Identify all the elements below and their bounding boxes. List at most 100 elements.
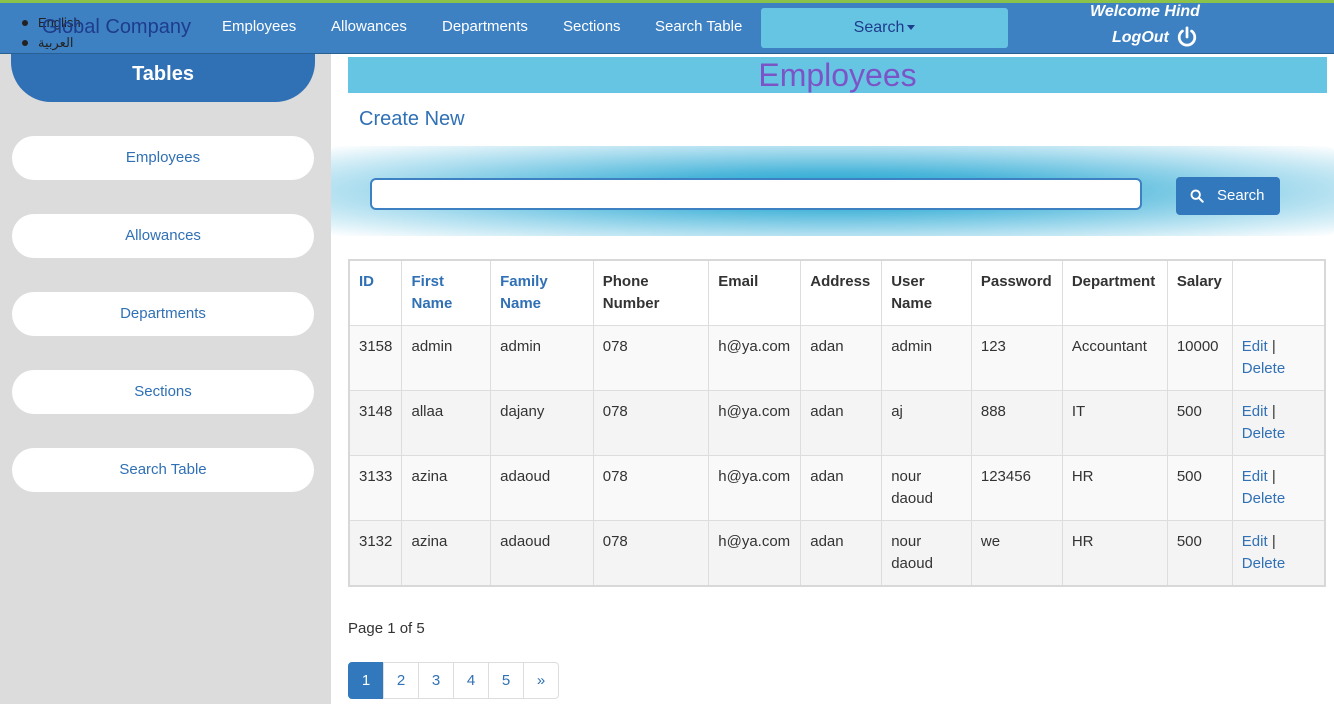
cell-actions: Edit | Delete xyxy=(1231,390,1326,456)
pagination: 1 2 3 4 5 » xyxy=(348,662,559,699)
cell-email: h@ya.com xyxy=(708,520,802,587)
action-separator: | xyxy=(1271,403,1276,420)
cell-first-name: azina xyxy=(401,455,492,521)
table-header-row: ID First Name Family Name Phone Number E… xyxy=(348,259,1326,326)
column-header-password: Password xyxy=(970,259,1063,326)
brand-name[interactable]: Global Company xyxy=(42,16,191,39)
search-icon xyxy=(1190,189,1204,203)
cell-password: we xyxy=(970,520,1063,587)
sidebar-item-allowances[interactable]: Allowances xyxy=(12,214,314,258)
edit-link[interactable]: Edit xyxy=(1242,338,1268,355)
column-header-address: Address xyxy=(800,259,883,326)
cell-address: adan xyxy=(800,520,883,587)
nav-search-table[interactable]: Search Table xyxy=(655,18,742,35)
cell-address: adan xyxy=(800,455,883,521)
cell-phone: 078 xyxy=(592,455,710,521)
column-header-first-name[interactable]: First Name xyxy=(401,259,492,326)
welcome-text: Welcome Hind xyxy=(1090,3,1200,20)
edit-link[interactable]: Edit xyxy=(1242,468,1268,485)
cell-phone: 078 xyxy=(592,325,710,391)
cell-actions: Edit | Delete xyxy=(1231,325,1326,391)
column-header-salary: Salary xyxy=(1166,259,1233,326)
cell-salary: 10000 xyxy=(1166,325,1233,391)
column-header-actions xyxy=(1231,259,1326,326)
search-dropdown-label: Search xyxy=(853,19,905,36)
edit-link[interactable]: Edit xyxy=(1242,403,1268,420)
page-title: Employees xyxy=(348,57,1327,93)
cell-first-name: admin xyxy=(401,325,492,391)
next-page-button[interactable]: » xyxy=(523,662,559,699)
cell-email: h@ya.com xyxy=(708,325,802,391)
cell-family-name: adaoud xyxy=(490,520,594,587)
cell-password: 888 xyxy=(970,390,1063,456)
column-header-id[interactable]: ID xyxy=(348,259,403,326)
delete-link[interactable]: Delete xyxy=(1242,360,1285,377)
search-dropdown[interactable]: Search xyxy=(761,8,1008,48)
cell-user-name: nour daoud xyxy=(881,455,972,521)
column-header-user-name: User Name xyxy=(881,259,972,326)
search-button-label: Search xyxy=(1217,187,1265,204)
cell-salary: 500 xyxy=(1166,520,1233,587)
cell-phone: 078 xyxy=(592,520,710,587)
delete-link[interactable]: Delete xyxy=(1242,425,1285,442)
nav-sections[interactable]: Sections xyxy=(563,18,621,35)
page-4-button[interactable]: 4 xyxy=(453,662,489,699)
page-1-button[interactable]: 1 xyxy=(348,662,384,699)
column-header-family-name[interactable]: Family Name xyxy=(490,259,594,326)
delete-link[interactable]: Delete xyxy=(1242,490,1285,507)
cell-address: adan xyxy=(800,390,883,456)
column-header-email: Email xyxy=(708,259,802,326)
cell-department: HR xyxy=(1061,520,1168,587)
cell-email: h@ya.com xyxy=(708,390,802,456)
sidebar-item-sections[interactable]: Sections xyxy=(12,370,314,414)
cell-id: 3133 xyxy=(348,455,403,521)
power-icon[interactable] xyxy=(1176,26,1198,48)
page-2-button[interactable]: 2 xyxy=(383,662,419,699)
employees-table: ID First Name Family Name Phone Number E… xyxy=(348,259,1326,587)
sidebar-title: Tables xyxy=(11,54,315,102)
cell-department: IT xyxy=(1061,390,1168,456)
table-row: 3158 admin admin 078 h@ya.com adan admin… xyxy=(348,325,1326,391)
cell-user-name: aj xyxy=(881,390,972,456)
cell-department: HR xyxy=(1061,455,1168,521)
table-row: 3133 azina adaoud 078 h@ya.com adan nour… xyxy=(348,455,1326,521)
cell-salary: 500 xyxy=(1166,455,1233,521)
search-button[interactable]: Search xyxy=(1176,177,1280,215)
cell-id: 3148 xyxy=(348,390,403,456)
page-5-button[interactable]: 5 xyxy=(488,662,524,699)
cell-user-name: admin xyxy=(881,325,972,391)
caret-down-icon xyxy=(907,25,916,31)
create-new-link[interactable]: Create New xyxy=(359,108,465,131)
action-separator: | xyxy=(1271,533,1276,550)
page-info: Page 1 of 5 xyxy=(348,620,425,637)
column-header-department: Department xyxy=(1061,259,1168,326)
cell-actions: Edit | Delete xyxy=(1231,455,1326,521)
sidebar-item-search-table[interactable]: Search Table xyxy=(12,448,314,492)
cell-id: 3132 xyxy=(348,520,403,587)
search-input[interactable] xyxy=(370,178,1142,210)
page-3-button[interactable]: 3 xyxy=(418,662,454,699)
cell-email: h@ya.com xyxy=(708,455,802,521)
sidebar: Tables Employees Allowances Departments … xyxy=(0,54,331,704)
cell-address: adan xyxy=(800,325,883,391)
cell-family-name: adaoud xyxy=(490,455,594,521)
cell-actions: Edit | Delete xyxy=(1231,520,1326,587)
delete-link[interactable]: Delete xyxy=(1242,555,1285,572)
cell-department: Accountant xyxy=(1061,325,1168,391)
nav-departments[interactable]: Departments xyxy=(442,18,528,35)
cell-family-name: dajany xyxy=(490,390,594,456)
action-separator: | xyxy=(1271,338,1276,355)
cell-first-name: azina xyxy=(401,520,492,587)
nav-employees[interactable]: Employees xyxy=(222,18,296,35)
nav-allowances[interactable]: Allowances xyxy=(331,18,407,35)
cell-first-name: allaa xyxy=(401,390,492,456)
column-header-phone-number: Phone Number xyxy=(592,259,710,326)
sidebar-item-employees[interactable]: Employees xyxy=(12,136,314,180)
cell-user-name: nour daoud xyxy=(881,520,972,587)
sidebar-item-departments[interactable]: Departments xyxy=(12,292,314,336)
cell-salary: 500 xyxy=(1166,390,1233,456)
table-row: 3148 allaa dajany 078 h@ya.com adan aj 8… xyxy=(348,390,1326,456)
edit-link[interactable]: Edit xyxy=(1242,533,1268,550)
logout-link[interactable]: LogOut xyxy=(1112,29,1169,47)
cell-password: 123456 xyxy=(970,455,1063,521)
